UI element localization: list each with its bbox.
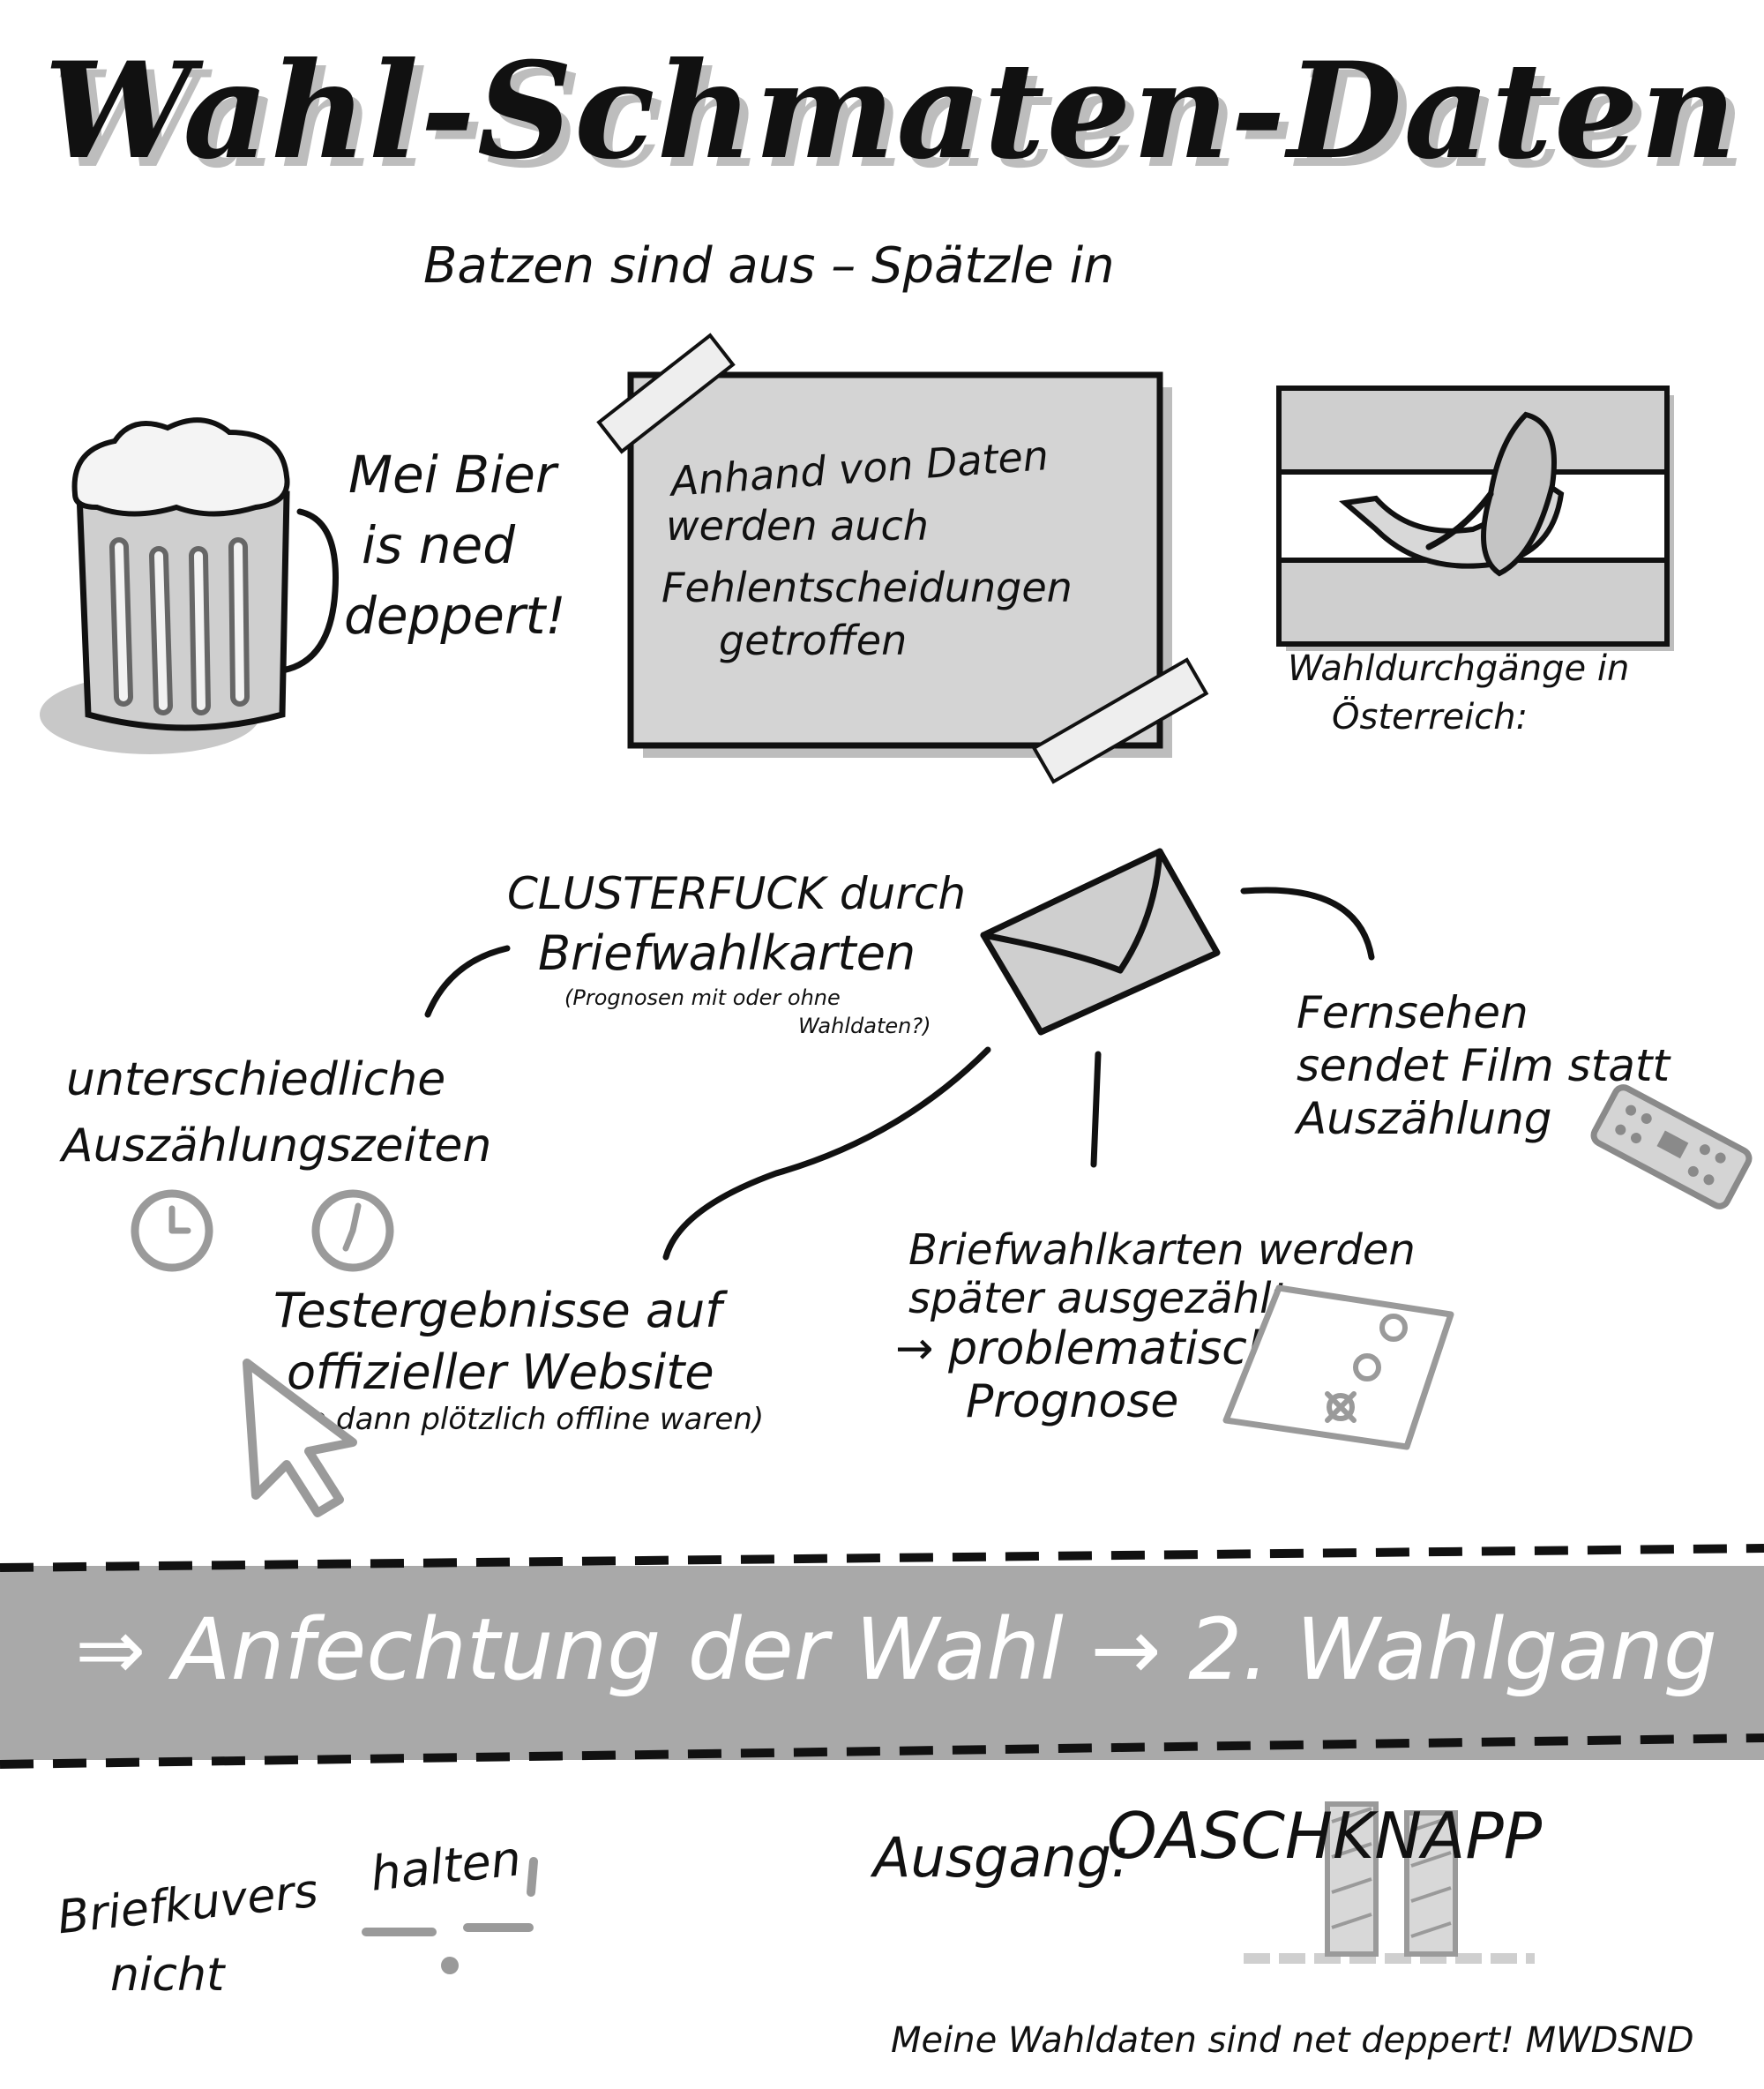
conclusion-text: ⇒ Anfechtung der Wahl → 2. Wahlgang: [75, 1600, 1717, 1699]
tv-remote-icon: [1590, 1084, 1753, 1209]
times-text-1: unterschiedliche: [66, 1053, 446, 1106]
ausgang-label: Ausgang:: [873, 1825, 1130, 1890]
times-text-2: Auszählungszeiten: [62, 1119, 492, 1172]
sketchnote-canvas: Wahl-Schmaten-Daten Batzen sind aus – Sp…: [0, 0, 1764, 2089]
clock-icon: [131, 1189, 213, 1272]
later-text-4: Prognose: [966, 1375, 1179, 1428]
ballot-sheet-icon: [1222, 1284, 1454, 1450]
tv-text-3: Auszählung: [1297, 1093, 1552, 1144]
footer-text: Meine Wahldaten sind net deppert! MWDSND: [891, 2020, 1694, 2061]
cursor-arrow-icon: [243, 1359, 357, 1517]
test-text-1: Testergebnisse auf: [273, 1283, 722, 1338]
broken-line-decoration: [362, 1857, 538, 1974]
later-text-1: Briefwahlkarten werden: [908, 1225, 1416, 1275]
tv-text-1: Fernsehen: [1297, 987, 1529, 1038]
ausgang-value: OASCHKNAPP: [1107, 1799, 1543, 1873]
clock-icon: [311, 1189, 394, 1272]
kuvert-text-3: nicht: [110, 1949, 225, 2002]
